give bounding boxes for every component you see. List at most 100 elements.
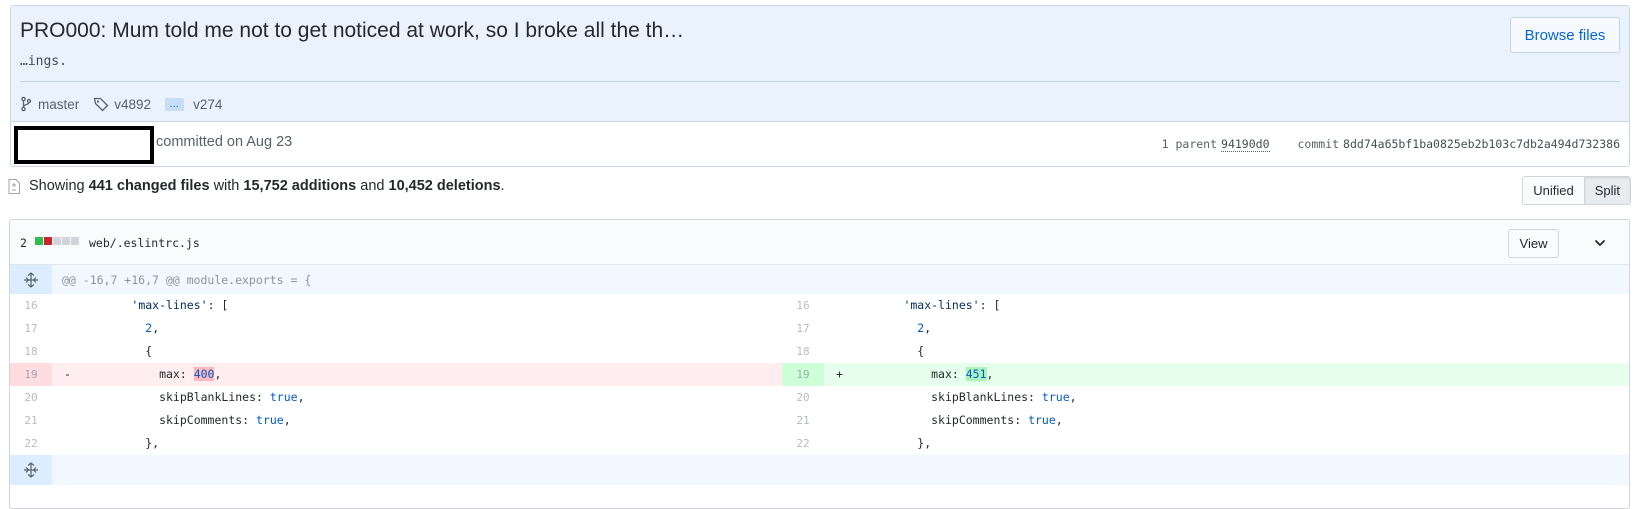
expand-down-button[interactable] <box>10 455 52 485</box>
diff-sign <box>64 317 76 340</box>
line-number[interactable]: 20 <box>782 386 824 409</box>
diff-left-cell: 19- max: 400, <box>10 363 783 386</box>
diffstat-block <box>53 237 61 245</box>
commit-date: committed on Aug 23 <box>156 134 293 150</box>
changed-files-count[interactable]: 441 changed files <box>89 178 210 194</box>
commit-meta: committed on Aug 23 1 parent 94190d0 com… <box>11 122 1629 166</box>
code-line: 2, <box>145 321 160 335</box>
diff-right-cell: 16 'max-lines': [ <box>782 294 1629 317</box>
diff-summary: Showing 441 changed files with 15,752 ad… <box>8 178 505 194</box>
line-number[interactable]: 20 <box>10 386 52 409</box>
diffstat-block <box>62 237 70 245</box>
line-number[interactable]: 22 <box>782 432 824 455</box>
diff-sign <box>836 386 848 409</box>
diff-sign: - <box>64 367 71 381</box>
code-line: skipBlankLines: true, <box>848 390 1077 404</box>
diff-row: 17 2, 17 2, <box>10 317 1629 340</box>
diff-sign <box>64 294 76 317</box>
line-number[interactable]: 17 <box>10 317 52 340</box>
diff-sign <box>836 432 848 455</box>
diff-row: 21 skipComments: true, 21 skipComments: t… <box>10 409 1629 432</box>
diffstat-block <box>44 237 52 245</box>
commit-header: PRO000: Mum told me not to get noticed a… <box>11 6 1629 122</box>
deletions-count: 10,452 deletions <box>388 178 501 194</box>
code-line: max: 451, <box>848 367 994 381</box>
diffstat <box>35 237 79 245</box>
diff-sign <box>64 432 76 455</box>
commit-sha: 8dd74a65bf1ba0825eb2b103c7db2a494d732386 <box>1343 137 1620 151</box>
line-number[interactable]: 21 <box>10 409 52 432</box>
hidden-tags-toggle[interactable]: … <box>165 97 185 111</box>
code-line: skipComments: true, <box>848 413 1063 427</box>
file-change-count: 2 <box>20 236 27 250</box>
code-line: 'max-lines': [ <box>131 298 229 312</box>
summary-and: and <box>360 178 385 194</box>
diff-sign <box>836 317 848 340</box>
parent-label: 1 parent <box>1161 137 1218 151</box>
diff-left-cell: 20 skipBlankLines: true, <box>10 386 782 409</box>
summary-with: with <box>213 178 240 194</box>
diff-right-cell: 17 2, <box>782 317 1629 340</box>
tag-ref[interactable]: v4892 <box>93 96 151 112</box>
commit-description: …ings. <box>20 54 67 69</box>
branch-name: master <box>38 96 80 112</box>
view-file-button[interactable]: View <box>1508 229 1559 258</box>
line-number[interactable]: 21 <box>782 409 824 432</box>
diff-row: 19- max: 400, 19 + max: 451, <box>10 363 1629 386</box>
code-line: max: 400, <box>76 367 222 381</box>
diff-right-cell: 20 skipBlankLines: true, <box>782 386 1629 409</box>
diff-view-toggle: Unified Split <box>1522 176 1631 205</box>
diff-sign <box>64 409 76 432</box>
diff-left-cell: 21 skipComments: true, <box>10 409 782 432</box>
file-header: 2 web/.eslintrc.js View <box>10 220 1629 265</box>
commit-title: PRO000: Mum told me not to get noticed a… <box>20 19 685 42</box>
line-number[interactable]: 22 <box>10 432 52 455</box>
unified-view-button[interactable]: Unified <box>1523 177 1584 204</box>
parent-info: 1 parent 94190d0 commit 8dd74a65bf1ba082… <box>1162 137 1620 152</box>
tag-last[interactable]: v274 <box>193 97 222 112</box>
line-number[interactable]: 19 <box>782 363 825 386</box>
diff-right-cell: 18 { <box>782 340 1629 363</box>
browse-files-button[interactable]: Browse files <box>1510 17 1620 53</box>
author-redacted <box>14 126 154 164</box>
code-line: }, <box>76 436 160 450</box>
line-number[interactable]: 17 <box>782 317 824 340</box>
hunk-footer <box>10 455 1629 485</box>
diff-row: 22 }, 22 }, <box>10 432 1629 455</box>
hunk-header-text: @@ -16,7 +16,7 @@ module.exports = { <box>62 273 312 287</box>
unfold-icon <box>24 271 38 288</box>
code-line: { <box>848 344 925 358</box>
line-number[interactable]: 16 <box>10 294 52 317</box>
diff-sign <box>836 294 848 317</box>
code-line: skipComments: true, <box>76 413 291 427</box>
line-number[interactable]: 19 <box>10 363 52 386</box>
diff-right-cell: 19 + max: 451, <box>782 363 1629 386</box>
parent-sha-link[interactable]: 94190d0 <box>1221 137 1270 152</box>
git-branch-icon <box>21 96 32 112</box>
diff-row: 16 'max-lines': [16 'max-lines': [ <box>10 294 1629 317</box>
expand-up-button[interactable] <box>10 265 52 294</box>
code-line: 2, <box>917 321 932 335</box>
diffstat-block <box>35 237 43 245</box>
split-view-button[interactable]: Split <box>1583 177 1630 204</box>
code-line: skipBlankLines: true, <box>76 390 305 404</box>
file-name[interactable]: web/.eslintrc.js <box>89 236 200 250</box>
commit-label: commit <box>1297 137 1340 151</box>
file-diff: 2 web/.eslintrc.js View @@ -16,7 +16,7 @… <box>9 219 1630 509</box>
chevron-down-icon[interactable] <box>1593 236 1607 250</box>
line-number[interactable]: 18 <box>782 340 824 363</box>
hunk-header: @@ -16,7 +16,7 @@ module.exports = { <box>10 265 1629 294</box>
line-number[interactable]: 16 <box>782 294 824 317</box>
diff-left-cell: 17 2, <box>10 317 782 340</box>
diff-rows: 16 'max-lines': [16 'max-lines': [17 2, 1… <box>10 294 1629 455</box>
divider <box>20 81 1620 82</box>
diff-row: 20 skipBlankLines: true, 20 skipBlankLine… <box>10 386 1629 409</box>
summary-suffix: . <box>500 178 505 194</box>
diff-right-cell: 22 }, <box>782 432 1629 455</box>
unfold-icon <box>24 462 38 478</box>
line-number[interactable]: 18 <box>10 340 52 363</box>
diff-sign <box>836 340 848 363</box>
branch-ref[interactable]: master <box>19 96 79 112</box>
commit-refs: master v4892 … v274 <box>19 92 222 116</box>
diff-right-cell: 21 skipComments: true, <box>782 409 1629 432</box>
